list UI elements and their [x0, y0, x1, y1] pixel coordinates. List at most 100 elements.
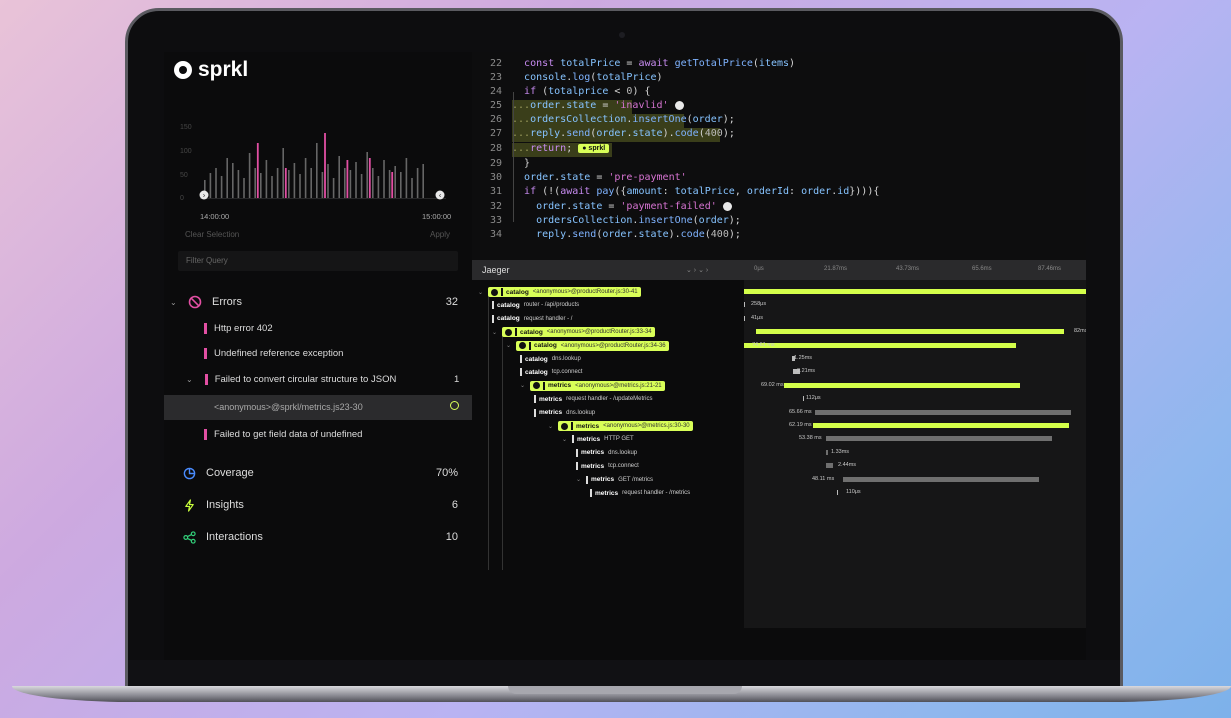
histogram-bar: [338, 156, 340, 198]
span-bar[interactable]: [815, 409, 1071, 415]
service-name: catalog: [525, 355, 548, 363]
trace-row[interactable]: ⌄ catalog <anonymous>@productRouter.js:33-…: [492, 326, 655, 338]
span-bar[interactable]: [837, 490, 838, 495]
service-name: metrics: [581, 462, 605, 470]
sprkl-span-badge[interactable]: metrics <anonymous>@metrics.js:30-30: [558, 421, 693, 431]
time-tick: 87.46ms: [1038, 266, 1062, 272]
histogram-bar: [299, 174, 301, 198]
span-bar[interactable]: [826, 449, 828, 455]
line-number: 33: [489, 215, 502, 226]
pie-chart-icon: [180, 464, 198, 482]
span-duration: 1.25ms: [794, 355, 813, 361]
sprkl-logo-icon: [519, 342, 527, 350]
filter-query-input[interactable]: Filter Query: [178, 251, 458, 271]
error-item-expanded[interactable]: ⌄ Failed to convert circular structure t…: [186, 368, 396, 390]
code-line: if (totalprice < 0) {: [524, 86, 651, 97]
sprkl-annotation-icon[interactable]: [674, 100, 684, 110]
service-name: metrics: [576, 422, 600, 430]
operation-name: GET /metrics: [618, 476, 654, 483]
histogram-bar: [416, 168, 419, 198]
errors-histogram[interactable]: › ‹: [178, 110, 460, 206]
screen-bottom: [164, 628, 1086, 660]
trace-row[interactable]: ⌄ catalog <anonymous>@productRouter.js:30-…: [478, 286, 641, 298]
span-bar[interactable]: [803, 396, 804, 402]
histogram-bar: [327, 164, 329, 198]
histogram-bar: [411, 178, 413, 198]
histogram-bar: [248, 153, 251, 198]
code-editor[interactable]: 22 23 24 25 26 27 28 29 30 31 32 33 34 const totalPr…: [472, 52, 1086, 260]
trace-row[interactable]: metrics request handler - /metrics: [590, 487, 690, 499]
service-color-marker: [520, 368, 522, 377]
span-bar[interactable]: [744, 342, 1016, 348]
span-bar[interactable]: [843, 476, 1039, 482]
histogram-error-bar: [256, 143, 259, 198]
operation-name: request handler - /: [523, 315, 573, 322]
histogram-bar: [400, 172, 402, 198]
trace-row[interactable]: ⌄ catalog <anonymous>@productRouter.js:34-…: [506, 340, 669, 352]
clear-selection-button[interactable]: Clear Selection: [185, 230, 239, 239]
errors-section-header[interactable]: ⌄ Errors 32: [164, 290, 472, 314]
sprkl-span-badge[interactable]: catalog <anonymous>@productRouter.js:30-4…: [488, 287, 641, 297]
error-text: Failed to convert circular structure to …: [214, 373, 397, 385]
sidebar: sprkl 150 100 50 0 › ‹ 14:00:00 15:00:00 …: [164, 52, 472, 628]
span-duration: 258μs: [751, 301, 767, 308]
span-bar[interactable]: [784, 382, 1020, 388]
coverage-section[interactable]: Coverage 70%: [164, 461, 472, 485]
sprkl-span-badge[interactable]: catalog <anonymous>@productRouter.js:34-3…: [516, 340, 669, 351]
span-bar[interactable]: [826, 436, 1052, 442]
span-bar[interactable]: [744, 302, 745, 308]
insights-section[interactable]: Insights 6: [164, 493, 472, 517]
sprkl-span-badge[interactable]: catalog <anonymous>@productRouter.js:33-3…: [502, 327, 655, 338]
chevron-down-icon[interactable]: ⌄: [548, 423, 553, 430]
locate-icon[interactable]: [450, 401, 459, 410]
app-name: sprkl: [198, 58, 249, 81]
code-line: ...order.state = 'inavlid': [512, 100, 684, 111]
trace-row[interactable]: metrics request handler - /updateMetrics: [534, 393, 653, 405]
sprkl-span-badge[interactable]: metrics <anonymous>@metrics.js:21-21: [530, 380, 665, 391]
trace-row[interactable]: metrics dns.lookup: [576, 447, 637, 459]
error-item[interactable]: Undefined reference exception: [204, 342, 343, 364]
span-bar[interactable]: [744, 315, 745, 321]
histogram-end-time: 15:00:00: [422, 212, 452, 221]
trace-row[interactable]: ⌄ metrics <anonymous>@metrics.js:21-21: [520, 380, 665, 392]
apply-button[interactable]: Apply: [430, 230, 450, 239]
chevron-down-icon[interactable]: ⌄: [562, 436, 567, 443]
trace-row[interactable]: ⌄ metrics HTTP GET: [562, 433, 634, 445]
trace-row[interactable]: catalog request handler - /: [492, 313, 572, 325]
histogram-bar: [332, 178, 335, 198]
span-bar[interactable]: [756, 329, 1064, 335]
histogram-bar: [344, 168, 346, 198]
error-marker: [204, 373, 208, 385]
interactions-section[interactable]: Interactions 10: [164, 525, 472, 549]
trace-row[interactable]: ⌄ metrics GET /metrics: [576, 474, 653, 486]
service-name: catalog: [497, 315, 520, 323]
span-duration: 82ms: [1074, 328, 1086, 335]
sprkl-annotation-icon[interactable]: [722, 201, 732, 211]
chevron-down-icon[interactable]: ⌄: [520, 382, 525, 389]
trace-row[interactable]: metrics dns.lookup: [534, 407, 595, 419]
code-line: order.state = 'payment-failed': [512, 201, 732, 212]
error-item[interactable]: Failed to get field data of undefined: [204, 423, 362, 445]
span-bar[interactable]: [826, 463, 833, 469]
collapse-controls[interactable]: ⌄ › ⌄ ›: [686, 266, 708, 274]
chevron-down-icon[interactable]: ⌄: [506, 342, 511, 349]
line-number: 28: [489, 143, 502, 154]
code-line: if (!(await pay({amount: totalPrice, ord…: [524, 186, 880, 197]
histogram-start-time: 14:00:00: [200, 212, 230, 221]
service-color-marker: [529, 341, 532, 350]
trace-row[interactable]: catalog dns.lookup: [520, 353, 581, 365]
span-bar[interactable]: [744, 289, 1086, 294]
error-item[interactable]: Http error 402: [204, 317, 273, 339]
chevron-down-icon[interactable]: ⌄: [576, 476, 581, 483]
trace-row[interactable]: catalog tcp.connect: [520, 366, 582, 378]
trace-row[interactable]: ⌄ metrics <anonymous>@metrics.js:30-30: [548, 420, 693, 432]
sprkl-chip[interactable]: ● sprkl: [578, 143, 610, 153]
tree-guide: [488, 290, 489, 570]
trace-row[interactable]: catalog router - /api/products: [492, 299, 579, 311]
chevron-down-icon[interactable]: ⌄: [478, 289, 483, 296]
time-tick: 43.73ms: [896, 266, 920, 272]
trace-row[interactable]: metrics tcp.connect: [576, 460, 639, 472]
span-duration: 1.33ms: [831, 448, 850, 455]
span-bar[interactable]: [813, 423, 1069, 428]
chevron-down-icon[interactable]: ⌄: [492, 329, 497, 336]
